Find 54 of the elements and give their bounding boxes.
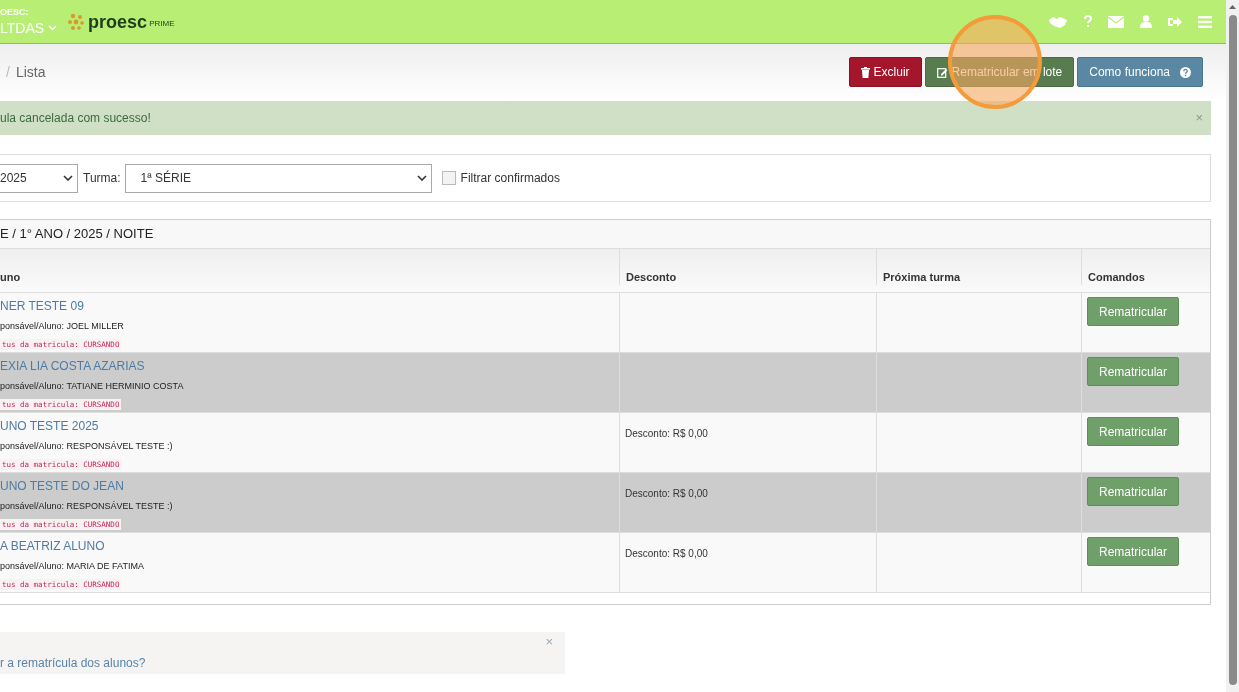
sign-out-icon[interactable]	[1168, 15, 1182, 28]
help-icon[interactable]	[1084, 15, 1092, 28]
chevron-down-icon	[416, 175, 427, 181]
guardian-text: ponsável/Aluno: TATIANE HERMINIO COSTA	[0, 380, 184, 393]
scroll-up-icon[interactable]	[1229, 5, 1236, 9]
chevron-down-icon	[48, 25, 58, 31]
checkbox-label: Filtrar confirmados	[460, 170, 560, 187]
column-header: Comandos	[1088, 269, 1145, 285]
student-name[interactable]: UNO TESTE DO JEAN	[0, 477, 124, 495]
help-link[interactable]: r a rematrícula dos alunos?	[0, 654, 146, 672]
trash-icon	[860, 66, 870, 78]
confirmed-checkbox[interactable]	[441, 171, 456, 185]
re-enroll-button[interactable]: Rematricular	[1087, 357, 1179, 386]
logo-text: proesc	[88, 12, 148, 31]
edit-icon	[936, 66, 948, 78]
class-select[interactable]: 1ª SÉRIE	[124, 163, 432, 193]
table-title: E / 1° ANO / 2025 / NOITE	[0, 225, 154, 244]
menu-icon[interactable]	[1198, 15, 1212, 28]
logo-suffix: PRIME	[149, 17, 175, 30]
scrollbar-thumb[interactable]	[1228, 15, 1237, 685]
breadcrumb-current: Lista	[15, 62, 46, 82]
re-enroll-button[interactable]: Rematricular	[1087, 417, 1179, 446]
guardian-text: ponsável/Aluno: JOEL MILLER	[0, 320, 124, 333]
chevron-down-icon	[63, 175, 73, 181]
guardian-text: ponsável/Aluno: RESPONSÁVEL TESTE :)	[0, 440, 173, 453]
student-name[interactable]: NER TESTE 09	[0, 297, 84, 315]
student-name[interactable]: EXIA LIA COSTA AZARIAS	[0, 357, 145, 375]
class-label: Turma:	[83, 170, 121, 187]
scrollbar[interactable]	[1226, 0, 1239, 692]
column-header: uno	[0, 269, 21, 285]
breadcrumb-separator: /	[6, 62, 10, 82]
action-button[interactable]: Como funciona	[1077, 57, 1203, 87]
close-icon[interactable]: ×	[545, 632, 553, 652]
re-enroll-button[interactable]: Rematricular	[1087, 477, 1179, 506]
column-header: Desconto	[626, 269, 677, 285]
student-name[interactable]: A BEATRIZ ALUNO	[0, 537, 105, 555]
school-label: OESC:	[0, 8, 30, 17]
guardian-text: ponsável/Aluno: MARIA DE FATIMA	[0, 560, 144, 573]
guardian-text: ponsável/Aluno: RESPONSÁVEL TESTE :)	[0, 500, 173, 513]
student-name[interactable]: UNO TESTE 2025	[0, 417, 99, 435]
re-enroll-button[interactable]: Rematricular	[1087, 297, 1179, 326]
close-icon[interactable]: ×	[1195, 108, 1203, 128]
help-circle-icon	[1180, 66, 1191, 78]
logo-icon	[67, 12, 86, 31]
re-enroll-button[interactable]: Rematricular	[1087, 537, 1179, 566]
column-header: Próxima turma	[883, 269, 961, 285]
action-button[interactable]: Excluir	[848, 57, 922, 87]
envelope-icon[interactable]	[1108, 15, 1124, 28]
discount-text: Desconto: R$ 0,00	[625, 488, 708, 499]
user-icon[interactable]	[1140, 15, 1152, 28]
discount-text: Desconto: R$ 0,00	[625, 428, 708, 439]
year-select[interactable]: 2025	[0, 163, 78, 193]
discount-text: Desconto: R$ 0,00	[625, 548, 708, 559]
alert-message: ula cancelada com sucesso!	[0, 110, 151, 127]
